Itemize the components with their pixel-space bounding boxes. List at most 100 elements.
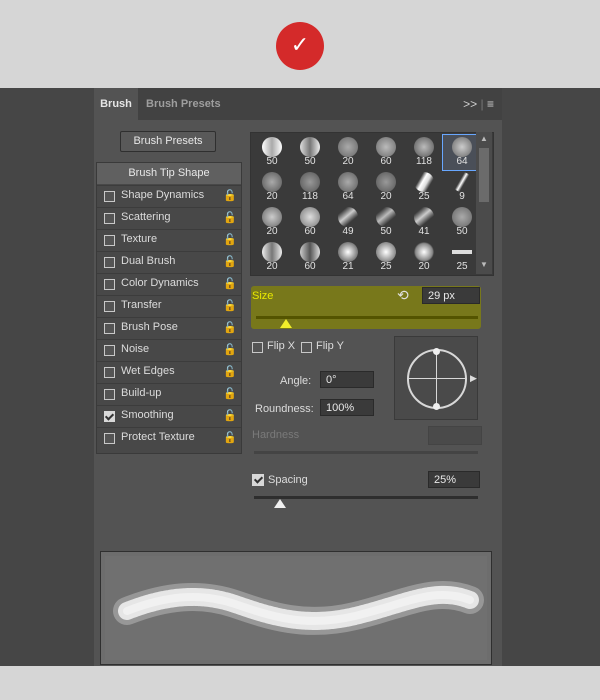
option-item[interactable]: Shape Dynamics 🔓 (97, 185, 241, 207)
brush-tip-cell[interactable]: 21 (329, 240, 367, 275)
option-checkbox[interactable] (104, 389, 115, 400)
lock-icon[interactable]: 🔓 (223, 299, 237, 313)
brush-tip-size: 118 (302, 191, 318, 202)
option-checkbox[interactable] (104, 367, 115, 378)
option-checkbox[interactable] (104, 235, 115, 246)
tab-brush[interactable]: Brush (94, 88, 138, 120)
scroll-down-icon[interactable]: ▼ (479, 260, 489, 270)
brush-tip-thumbnail (300, 242, 320, 262)
option-checkbox[interactable] (104, 433, 115, 444)
flip-x-checkbox[interactable] (252, 342, 263, 353)
option-item[interactable]: Dual Brush 🔓 (97, 251, 241, 273)
option-checkbox[interactable] (104, 257, 115, 268)
option-item[interactable]: Brush Pose 🔓 (97, 317, 241, 339)
option-checkbox[interactable] (104, 191, 115, 202)
option-item[interactable]: Noise 🔓 (97, 339, 241, 361)
lock-icon[interactable]: 🔓 (223, 343, 237, 357)
brush-tip-thumbnail (300, 137, 320, 157)
grid-scrollbar[interactable]: ▲ ▼ (476, 132, 492, 274)
brush-tip-shape-item[interactable]: Brush Tip Shape (97, 163, 241, 184)
brush-tip-cell[interactable]: 60 (367, 135, 405, 170)
spacing-slider-handle[interactable] (274, 499, 286, 508)
roundness-handle-bottom[interactable] (433, 403, 440, 410)
option-label: Protect Texture (121, 431, 195, 443)
angle-field[interactable]: 0° (320, 371, 374, 388)
brush-tip-cell[interactable]: 25 (405, 170, 443, 205)
brush-tip-cell[interactable]: 20 (367, 170, 405, 205)
size-field[interactable]: 29 px (422, 287, 480, 304)
brush-tip-cell[interactable]: 49 (329, 205, 367, 240)
option-item[interactable]: Protect Texture 🔓 (97, 427, 241, 449)
option-checkbox[interactable] (104, 411, 115, 422)
roundness-circle (407, 349, 467, 409)
brush-tip-size: 50 (304, 156, 316, 167)
brush-tip-cell[interactable]: 25 (367, 240, 405, 275)
lock-icon[interactable]: 🔓 (223, 233, 237, 247)
reset-size-icon[interactable]: ⟲ (397, 288, 409, 304)
panel-menu: >> | ≡ (463, 88, 494, 120)
option-item[interactable]: Color Dynamics 🔓 (97, 273, 241, 295)
option-item[interactable]: Texture 🔓 (97, 229, 241, 251)
brush-tip-cell[interactable]: 20 (329, 135, 367, 170)
option-checkbox[interactable] (104, 213, 115, 224)
brush-presets-button[interactable]: Brush Presets (120, 131, 216, 152)
size-label: Size (252, 290, 274, 302)
scroll-thumb[interactable] (479, 148, 489, 202)
roundness-label: Roundness: (255, 403, 314, 415)
divider: | (480, 97, 484, 111)
roundness-handle-top[interactable] (433, 348, 440, 355)
roundness-field[interactable]: 100% (320, 399, 374, 416)
flip-y-checkbox[interactable] (301, 342, 312, 353)
brush-tip-thumbnail (452, 172, 472, 192)
brush-tip-cell[interactable]: 60 (291, 240, 329, 275)
option-item[interactable]: Build-up 🔓 (97, 383, 241, 405)
menu-icon[interactable]: ≡ (487, 97, 494, 111)
brush-tip-cell[interactable]: 20 (405, 240, 443, 275)
angle-roundness-widget[interactable]: ▶ (394, 336, 478, 420)
lock-icon[interactable]: 🔓 (223, 321, 237, 335)
option-item[interactable]: Scattering 🔓 (97, 207, 241, 229)
brush-tip-cell[interactable]: 20 (253, 205, 291, 240)
lock-icon[interactable]: 🔓 (223, 387, 237, 401)
brush-tip-cell[interactable]: 60 (291, 205, 329, 240)
brush-tip-cell[interactable]: 50 (291, 135, 329, 170)
lock-icon[interactable]: 🔓 (223, 211, 237, 225)
option-item[interactable]: Wet Edges 🔓 (97, 361, 241, 383)
option-checkbox[interactable] (104, 301, 115, 312)
option-checkbox[interactable] (104, 279, 115, 290)
brush-tip-cell[interactable]: 64 (329, 170, 367, 205)
option-item[interactable]: Smoothing 🔓 (97, 405, 241, 427)
brush-tip-thumbnail (338, 137, 358, 157)
angle-arrow-icon[interactable]: ▶ (470, 373, 477, 384)
brush-tip-size: 21 (342, 261, 354, 272)
size-slider-handle[interactable] (280, 319, 292, 328)
lock-icon[interactable]: 🔓 (223, 255, 237, 269)
lock-icon[interactable]: 🔓 (223, 189, 237, 203)
brush-tip-cell[interactable]: 50 (253, 135, 291, 170)
brush-tip-cell[interactable]: 50 (367, 205, 405, 240)
brush-tip-cell[interactable]: 20 (253, 170, 291, 205)
scroll-up-icon[interactable]: ▲ (479, 134, 489, 144)
tab-brush-presets[interactable]: Brush Presets (146, 88, 226, 120)
spacing-slider-track[interactable] (254, 496, 478, 499)
spacing-checkbox[interactable] (252, 474, 264, 486)
brush-tip-thumbnail (300, 172, 320, 192)
lock-icon[interactable]: 🔓 (223, 409, 237, 423)
brush-tip-size: 64 (342, 191, 354, 202)
option-item[interactable]: Transfer 🔓 (97, 295, 241, 317)
brush-tip-cell[interactable]: 41 (405, 205, 443, 240)
brush-tip-size: 20 (266, 191, 278, 202)
lock-icon[interactable]: 🔓 (223, 277, 237, 291)
brush-tip-cell[interactable]: 118 (405, 135, 443, 170)
lock-icon[interactable]: 🔓 (223, 365, 237, 379)
option-checkbox[interactable] (104, 345, 115, 356)
brush-tip-size: 20 (266, 226, 278, 237)
spacing-field[interactable]: 25% (428, 471, 480, 488)
brush-tip-thumbnail (338, 242, 358, 262)
brush-tip-cell[interactable]: 20 (253, 240, 291, 275)
brush-tip-cell[interactable]: 118 (291, 170, 329, 205)
option-checkbox[interactable] (104, 323, 115, 334)
lock-icon[interactable]: 🔓 (223, 431, 237, 445)
expand-icon[interactable]: >> (463, 97, 477, 111)
angle-label: Angle: (280, 375, 312, 387)
